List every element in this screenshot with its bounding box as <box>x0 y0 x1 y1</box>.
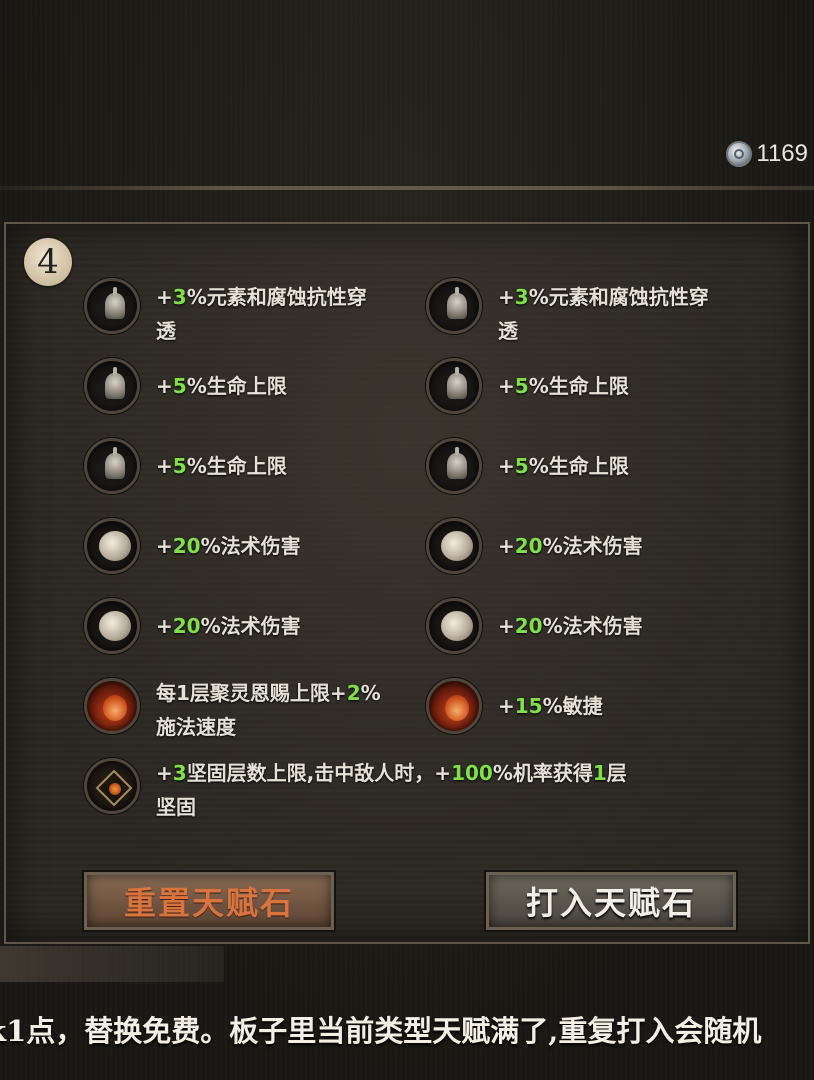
reset-talent-stone-button[interactable]: 重置天赋石 <box>84 872 334 930</box>
talent-description: +3%元素和腐蚀抗性穿 透 <box>498 285 709 343</box>
talent-slot[interactable]: +3%元素和腐蚀抗性穿 透 <box>426 278 786 348</box>
orb-icon <box>426 518 482 574</box>
level-badge: 4 <box>24 238 72 286</box>
talent-panel: 4 +3%元素和腐蚀抗性穿 透 +3%元素和腐蚀抗性穿 透 +5%生命上限 +5… <box>4 222 810 944</box>
talent-description: +5%生命上限 <box>498 454 629 478</box>
fire-icon <box>84 678 140 734</box>
talent-slot[interactable]: +3坚固层数上限,击中敌人时，+100%机率获得1层 坚固 <box>84 758 784 824</box>
talent-description: +20%法术伤害 <box>498 614 643 638</box>
fire-icon <box>426 678 482 734</box>
talent-description: +3%元素和腐蚀抗性穿 透 <box>156 285 367 343</box>
silver-coin-icon <box>726 141 753 167</box>
talent-description: +20%法术伤害 <box>156 534 301 558</box>
talent-slot[interactable]: +5%生命上限 <box>84 438 287 494</box>
helm-icon <box>84 358 140 414</box>
helm-icon <box>426 358 482 414</box>
talent-slot[interactable]: +5%生命上限 <box>84 358 287 414</box>
talent-description: +5%生命上限 <box>498 374 629 398</box>
orb-icon <box>426 598 482 654</box>
talent-description: +20%法术伤害 <box>498 534 643 558</box>
talent-slot[interactable]: +5%生命上限 <box>426 438 629 494</box>
top-divider <box>0 186 814 190</box>
helm-icon <box>84 438 140 494</box>
bottom-tab[interactable] <box>0 946 224 982</box>
helm-icon <box>426 438 482 494</box>
talent-description: +5%生命上限 <box>156 454 287 478</box>
talent-slot[interactable]: +20%法术伤害 <box>426 598 643 654</box>
talent-slot[interactable]: +20%法术伤害 <box>84 518 301 574</box>
talent-slot[interactable]: +20%法术伤害 <box>426 518 643 574</box>
talent-slot[interactable]: +20%法术伤害 <box>84 598 301 654</box>
shield-icon <box>84 758 140 814</box>
helm-icon <box>84 278 140 334</box>
orb-icon <box>84 518 140 574</box>
talent-slot[interactable]: +3%元素和腐蚀抗性穿 透 <box>84 278 414 348</box>
talent-description: +15%敏捷 <box>498 694 603 718</box>
talent-slot[interactable]: 每1层聚灵恩赐上限+2% 施法速度 <box>84 678 424 744</box>
helm-icon <box>426 278 482 334</box>
talent-description: +5%生命上限 <box>156 374 287 398</box>
talent-description: +20%法术伤害 <box>156 614 301 638</box>
talent-description: 每1层聚灵恩赐上限+2% 施法速度 <box>156 681 381 739</box>
talent-slot[interactable]: +5%生命上限 <box>426 358 629 414</box>
subtitle-caption: k1点，替换免费。板子里当前类型天赋满了,重复打入会随机 <box>0 1014 762 1048</box>
talent-stone-screen: 1169 4 +3%元素和腐蚀抗性穿 透 +3%元素和腐蚀抗性穿 透 +5%生命… <box>0 0 814 1080</box>
currency-amount: 1169 <box>756 140 808 167</box>
currency-display: 1169 <box>726 140 808 168</box>
talent-description: +3坚固层数上限,击中敌人时，+100%机率获得1层 坚固 <box>156 761 627 819</box>
orb-icon <box>84 598 140 654</box>
talent-slot[interactable]: +15%敏捷 <box>426 678 603 734</box>
insert-talent-stone-button[interactable]: 打入天赋石 <box>486 872 736 930</box>
